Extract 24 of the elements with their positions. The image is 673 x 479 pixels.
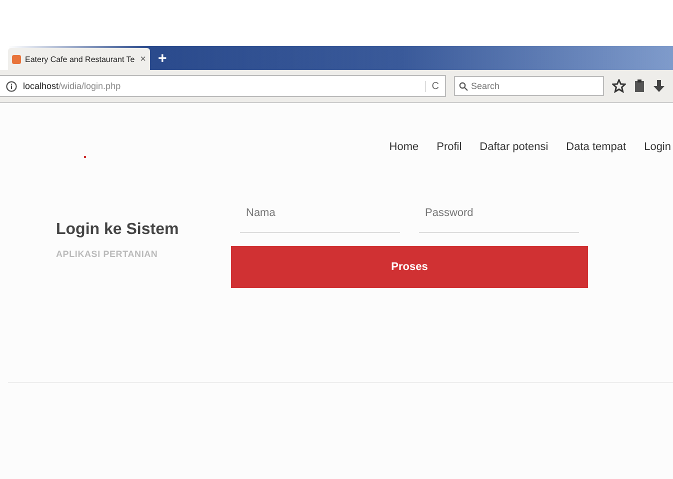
close-tab-button[interactable]: × [140,54,146,64]
url-text: localhost/widia/login.php [23,81,122,91]
tab-title: Eatery Cafe and Restaurant Te [25,54,136,64]
download-icon[interactable] [653,79,665,93]
star-icon[interactable] [612,79,626,93]
nav-link[interactable]: Login [644,141,671,153]
new-tab-button[interactable]: + [158,50,167,67]
clipboard-icon[interactable] [634,79,645,93]
info-icon [6,80,17,92]
nav-link[interactable]: Home [389,141,419,153]
favicon-icon [12,54,21,64]
search-field[interactable]: Search [454,76,604,96]
search-icon [459,82,468,91]
address-bar[interactable]: localhost/widia/login.php C [0,75,446,97]
nav-link[interactable]: Daftar potensi [480,141,548,153]
submit-button[interactable]: Proses [231,246,588,288]
login-subtitle: APLIKASI PERTANIAN [56,249,159,259]
nav-link[interactable]: Data tempat [566,141,626,153]
input-field[interactable]: Nama [240,207,400,233]
nav-link[interactable]: Profil [436,141,462,153]
reload-button[interactable]: C [424,80,439,92]
login-title: Login ke Sistem [56,221,180,239]
input-field[interactable]: Password [419,207,579,233]
browser-tab[interactable]: Eatery Cafe and Restaurant Te × [8,48,150,70]
